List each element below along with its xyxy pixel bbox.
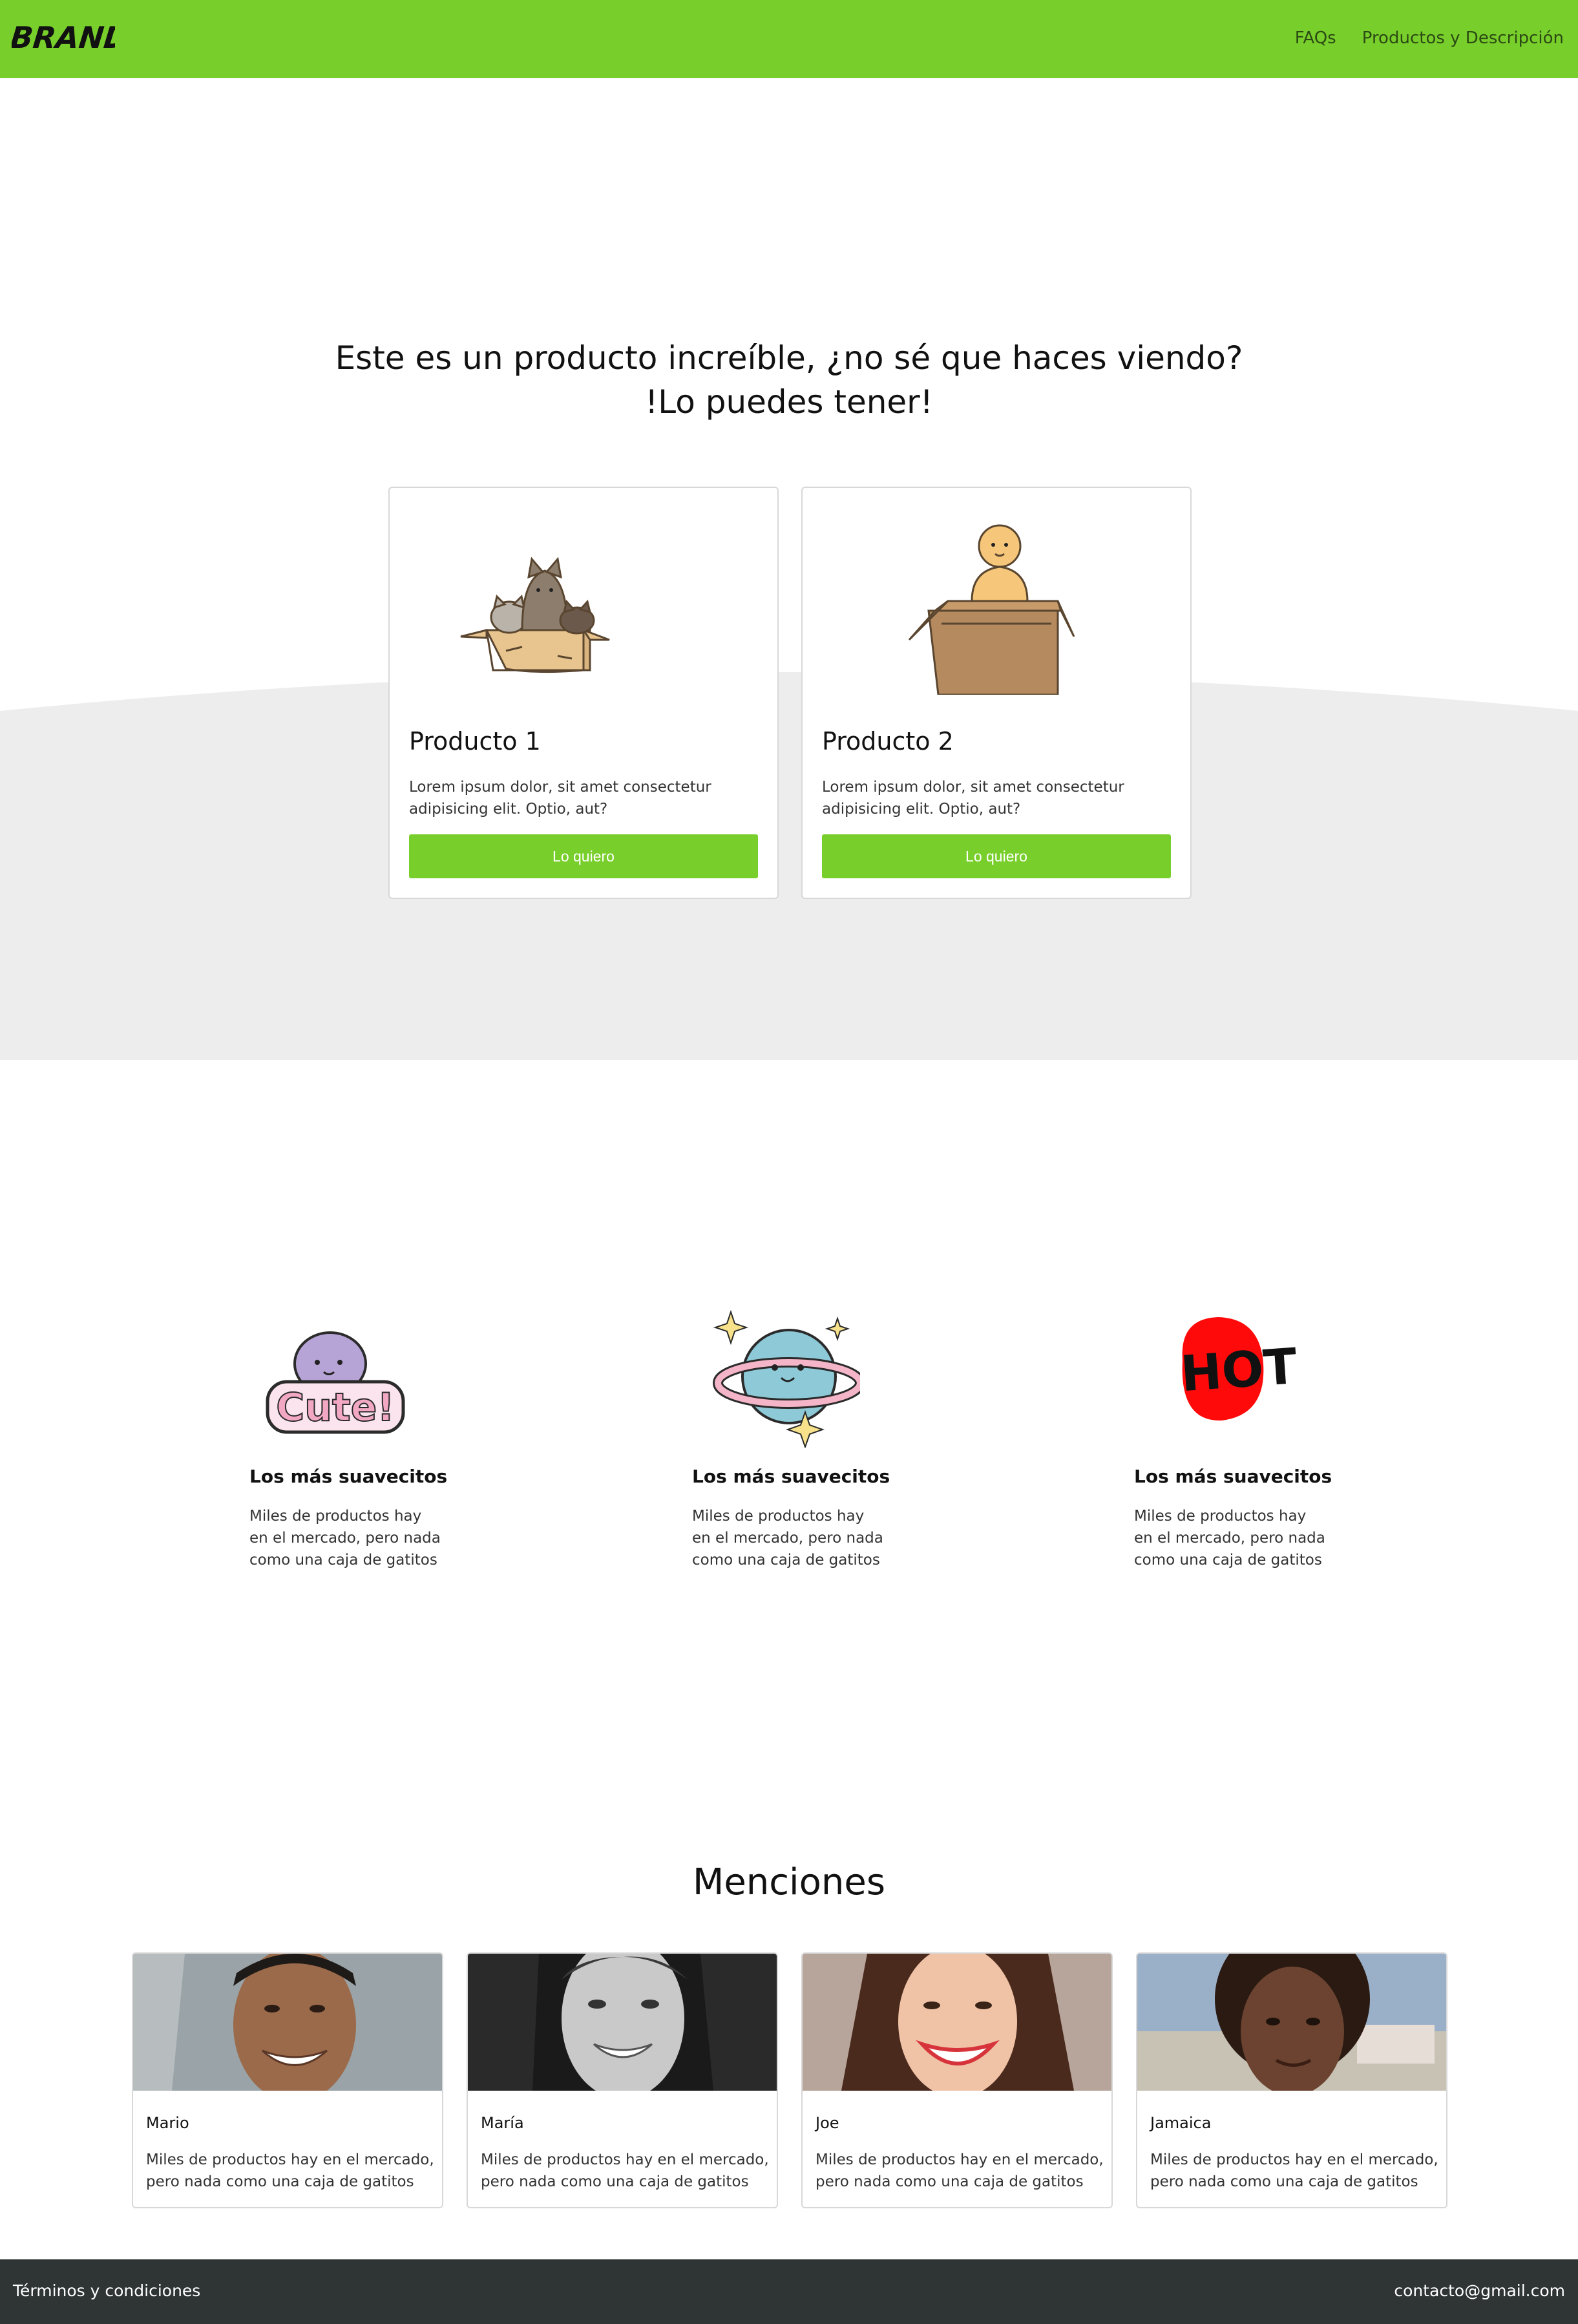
hero-title-line-2: !Lo puedes tener! (645, 383, 933, 421)
feature-title: Los más suavecitos (1134, 1466, 1332, 1487)
person-text: Miles de productos hay en el mercado, pe… (146, 2151, 434, 2190)
person-name: María (481, 2114, 524, 2132)
person-text: Miles de productos hay en el mercado, pe… (481, 2151, 769, 2190)
person-photo (1137, 1954, 1446, 2091)
product-title: Producto 1 (409, 727, 541, 755)
hero-title-line-1: Este es un producto increíble, ¿no sé qu… (335, 339, 1243, 377)
menciones-title: Menciones (693, 1861, 885, 1903)
product-title: Producto 2 (822, 727, 954, 755)
person-card-joe: Joe Miles de productos hay en el mercado… (801, 1952, 1113, 2208)
lo-quiero-button[interactable]: Lo quiero (822, 834, 1171, 878)
nav-link-faqs[interactable]: FAQs (1295, 28, 1336, 48)
brand-logo[interactable]: BRAND (12, 14, 115, 61)
feature-title: Los más suavecitos (249, 1466, 448, 1487)
hero-curve (0, 672, 1578, 711)
feature-description: Miles de productos hay en el mercado, pe… (1134, 1508, 1325, 1569)
person-name: Mario (146, 2114, 189, 2132)
person-photo (468, 1954, 777, 2091)
footer: Términos y condiciones contacto@gmail.co… (0, 2259, 1578, 2324)
svg-text:BRAND: BRAND (12, 20, 115, 55)
planet-sticker-icon (713, 1309, 860, 1448)
terminos-link[interactable]: Términos y condiciones (13, 2281, 200, 2300)
person-text: Miles de productos hay en el mercado, pe… (815, 2151, 1104, 2190)
cats-in-box-icon (460, 556, 610, 673)
feature-3: HOT Los más suavecitos Miles de producto… (1134, 1305, 1341, 1571)
svg-text:Cute!: Cute! (276, 1385, 395, 1430)
lo-quiero-button[interactable]: Lo quiero (409, 834, 758, 878)
person-name: Jamaica (1150, 2114, 1212, 2132)
baby-in-box-icon (908, 524, 1075, 695)
svg-text:HOT: HOT (1179, 1337, 1299, 1402)
hero-title: Este es un producto increíble, ¿no sé qu… (0, 336, 1578, 424)
hero-background (0, 672, 1578, 1060)
cute-sticker-icon: Cute! (266, 1331, 405, 1434)
person-photo (133, 1954, 442, 2091)
feature-title: Los más suavecitos (692, 1466, 890, 1487)
navbar: BRAND FAQs Productos y Descripción (0, 0, 1578, 78)
person-name: Joe (815, 2114, 839, 2132)
contact-email-link[interactable]: contacto@gmail.com (1394, 2281, 1565, 2300)
feature-description: Miles de productos hay en el mercado, pe… (249, 1508, 441, 1569)
person-card-maria: María Miles de productos hay en el merca… (467, 1952, 778, 2208)
nav-links: FAQs Productos y Descripción (1295, 28, 1564, 48)
hot-sticker-icon: HOT (1179, 1317, 1299, 1421)
feature-description: Miles de productos hay en el mercado, pe… (692, 1508, 883, 1569)
person-text: Miles de productos hay en el mercado, pe… (1150, 2151, 1438, 2190)
feature-2: Los más suavecitos Miles de productos ha… (692, 1305, 899, 1571)
product-description: Lorem ipsum dolor, sit amet consectetur … (409, 779, 711, 818)
person-card-jamaica: Jamaica Miles de productos hay en el mer… (1136, 1952, 1447, 2208)
feature-1: Cute! Los más suavecitos Miles de produc… (249, 1305, 456, 1571)
product-card-2: Producto 2 Lorem ipsum dolor, sit amet c… (801, 487, 1192, 899)
product-card-1: Producto 1 Lorem ipsum dolor, sit amet c… (388, 487, 779, 899)
nav-link-productos[interactable]: Productos y Descripción (1362, 28, 1564, 48)
person-card-mario: Mario Miles de productos hay en el merca… (132, 1952, 443, 2208)
product-description: Lorem ipsum dolor, sit amet consectetur … (822, 779, 1124, 818)
person-photo (803, 1954, 1111, 2091)
